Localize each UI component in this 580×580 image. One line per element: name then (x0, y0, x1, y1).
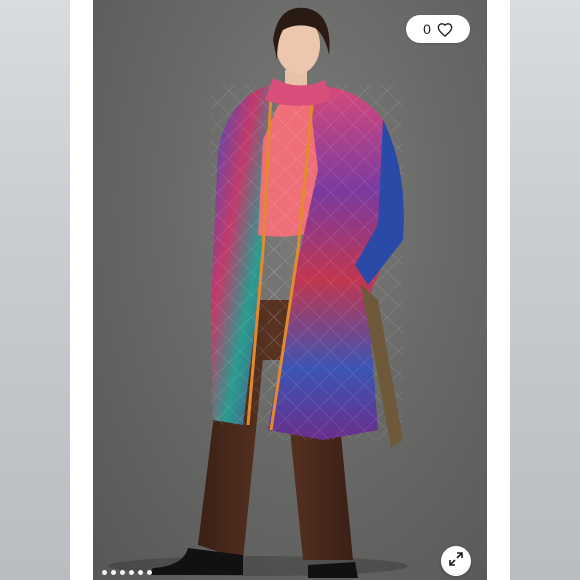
pagination-dot[interactable] (147, 570, 152, 575)
like-button[interactable]: 0 (406, 15, 470, 43)
listing-photo-viewer: 0 (0, 0, 580, 580)
photo-pagination (102, 570, 152, 575)
pagination-dot[interactable] (111, 570, 116, 575)
pagination-dot[interactable] (120, 570, 125, 575)
expand-photo-button[interactable] (441, 546, 471, 576)
pagination-dot[interactable] (138, 570, 143, 575)
like-count: 0 (423, 21, 431, 37)
heart-icon (437, 22, 453, 37)
blurred-background-right (510, 0, 580, 580)
model-illustration (108, 7, 408, 578)
pagination-dot[interactable] (102, 570, 107, 575)
blurred-background-left (0, 0, 70, 580)
product-photo[interactable] (93, 0, 487, 580)
pagination-dot[interactable] (129, 570, 134, 575)
expand-arrows-icon (448, 551, 464, 572)
